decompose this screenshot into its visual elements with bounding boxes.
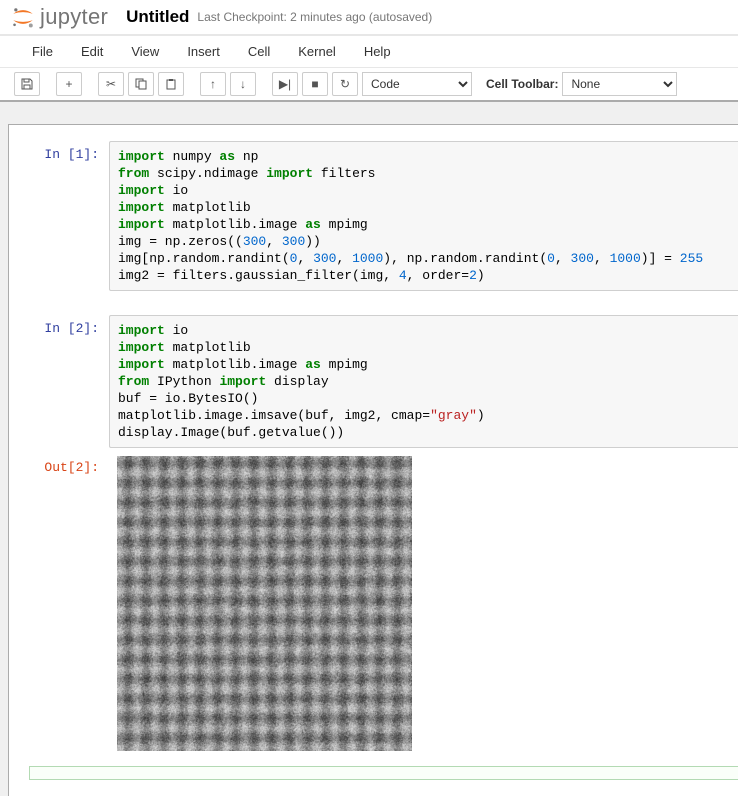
cut-button[interactable]: ✂ xyxy=(98,72,124,96)
output-cell: Out[2]: xyxy=(9,454,738,756)
output-image xyxy=(117,456,412,751)
toolbar: + ✂ ↑ ↓ ▶| ■ ↻ Code Cell Toolbar: None xyxy=(0,68,738,101)
cell-toolbar-select[interactable]: None xyxy=(562,72,677,96)
jupyter-icon xyxy=(10,4,36,30)
move-down-button[interactable]: ↓ xyxy=(230,72,256,96)
menubar: File Edit View Insert Cell Kernel Help xyxy=(0,35,738,68)
output-prompt: Out[2]: xyxy=(9,454,109,756)
add-cell-button[interactable]: + xyxy=(56,72,82,96)
save-button[interactable] xyxy=(14,72,40,96)
menu-insert[interactable]: Insert xyxy=(173,36,234,67)
output-area xyxy=(109,454,738,756)
menu-kernel[interactable]: Kernel xyxy=(284,36,350,67)
checkpoint-status: Last Checkpoint: 2 minutes ago (autosave… xyxy=(197,10,432,24)
notebook: In [1]: import numpy as np from scipy.nd… xyxy=(8,124,738,796)
jupyter-logo[interactable]: jupyter xyxy=(10,4,108,30)
cut-icon: ✂ xyxy=(106,77,116,91)
menu-file[interactable]: File xyxy=(18,36,67,67)
input-prompt: In [2]: xyxy=(9,315,109,448)
cell-type-select[interactable]: Code xyxy=(362,72,472,96)
code-input[interactable]: import io import matplotlib import matpl… xyxy=(109,315,738,448)
notebook-container: In [1]: import numpy as np from scipy.nd… xyxy=(0,101,738,796)
copy-icon xyxy=(135,78,147,90)
paste-button[interactable] xyxy=(158,72,184,96)
notebook-header: jupyter Untitled Last Checkpoint: 2 minu… xyxy=(0,0,738,35)
restart-button[interactable]: ↻ xyxy=(332,72,358,96)
arrow-up-icon: ↑ xyxy=(210,77,216,91)
code-input[interactable]: import numpy as np from scipy.ndimage im… xyxy=(109,141,738,291)
empty-cell[interactable] xyxy=(29,766,738,780)
restart-icon: ↻ xyxy=(340,77,350,91)
run-icon: ▶| xyxy=(279,77,291,91)
copy-button[interactable] xyxy=(128,72,154,96)
move-up-button[interactable]: ↑ xyxy=(200,72,226,96)
plus-icon: + xyxy=(65,77,72,91)
menu-help[interactable]: Help xyxy=(350,36,405,67)
menu-cell[interactable]: Cell xyxy=(234,36,284,67)
paste-icon xyxy=(165,78,177,90)
cell-toolbar-label: Cell Toolbar: xyxy=(486,77,558,91)
code-cell[interactable]: In [1]: import numpy as np from scipy.nd… xyxy=(9,141,738,291)
run-button[interactable]: ▶| xyxy=(272,72,298,96)
arrow-down-icon: ↓ xyxy=(240,77,246,91)
logo-text: jupyter xyxy=(40,4,108,30)
input-prompt: In [1]: xyxy=(9,141,109,291)
save-icon xyxy=(21,78,33,90)
notebook-title[interactable]: Untitled xyxy=(126,7,189,27)
stop-icon: ■ xyxy=(311,77,318,91)
code-cell[interactable]: In [2]: import io import matplotlib impo… xyxy=(9,315,738,448)
menu-edit[interactable]: Edit xyxy=(67,36,117,67)
menu-view[interactable]: View xyxy=(117,36,173,67)
stop-button[interactable]: ■ xyxy=(302,72,328,96)
